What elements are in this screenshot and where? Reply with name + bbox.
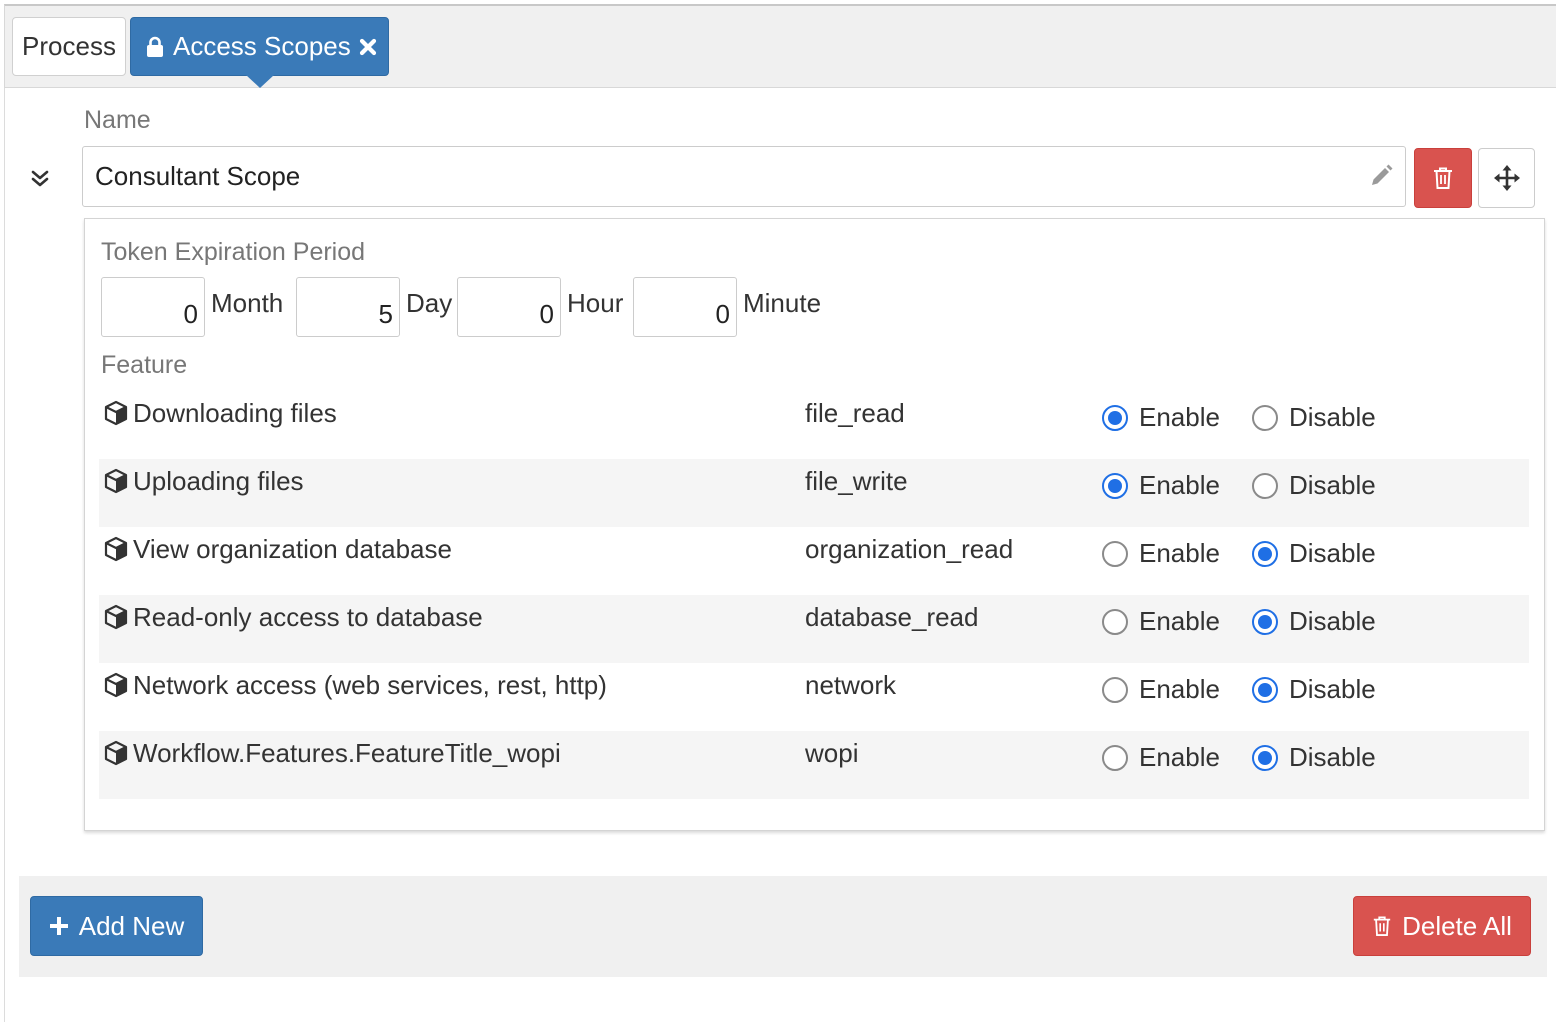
feature-code: file_read [805, 398, 905, 428]
cube-icon [104, 468, 128, 494]
enable-label: Enable [1139, 538, 1220, 568]
feature-disable-radio[interactable]: Disable [1252, 674, 1376, 705]
cube-icon [104, 604, 128, 630]
scope-name-input[interactable] [82, 146, 1406, 207]
enable-label: Enable [1139, 606, 1220, 636]
feature-disable-radio[interactable]: Disable [1252, 470, 1376, 501]
close-icon[interactable] [359, 38, 377, 56]
disable-label: Disable [1289, 470, 1376, 500]
radio-circle[interactable] [1252, 744, 1278, 771]
radio-circle[interactable] [1102, 540, 1128, 567]
token-month-input[interactable] [101, 277, 205, 337]
feature-enable-radio[interactable]: Enable [1102, 606, 1220, 637]
feature-row: View organization database organization_r… [99, 527, 1529, 595]
move-scope-button[interactable] [1478, 148, 1535, 208]
radio-circle[interactable] [1102, 744, 1128, 771]
enable-label: Enable [1139, 402, 1220, 432]
radio-circle[interactable] [1102, 676, 1128, 703]
token-hour-input[interactable] [457, 277, 561, 337]
feature-enable-radio[interactable]: Enable [1102, 402, 1220, 433]
disable-label: Disable [1289, 606, 1376, 636]
double-chevron-down-icon[interactable] [28, 166, 52, 192]
feature-enable-radio[interactable]: Enable [1102, 470, 1220, 501]
radio-circle[interactable] [1252, 540, 1278, 567]
add-new-button[interactable]: Add New [30, 896, 203, 956]
delete-all-button[interactable]: Delete All [1353, 896, 1531, 956]
feature-row: Uploading files file_write Enable Disable [99, 459, 1529, 527]
radio-circle[interactable] [1252, 676, 1278, 703]
feature-title: Network access (web services, rest, http… [133, 670, 607, 700]
token-month-unit: Month [211, 288, 284, 318]
feature-disable-radio[interactable]: Disable [1252, 538, 1376, 569]
disable-label: Disable [1289, 742, 1376, 772]
trash-icon [1434, 167, 1452, 189]
trash-icon [1373, 916, 1391, 936]
feature-row: Downloading files file_read Enable Disable [99, 391, 1529, 459]
plus-icon [49, 917, 68, 935]
name-label: Name [84, 106, 151, 134]
pencil-icon[interactable] [1368, 163, 1394, 189]
enable-label: Enable [1139, 674, 1220, 704]
feature-enable-radio[interactable]: Enable [1102, 742, 1220, 773]
feature-code: database_read [805, 602, 979, 632]
disable-label: Disable [1289, 674, 1376, 704]
radio-circle[interactable] [1252, 472, 1278, 499]
feature-disable-radio[interactable]: Disable [1252, 402, 1376, 433]
delete-scope-button[interactable] [1414, 148, 1472, 208]
feature-title: View organization database [133, 534, 452, 564]
active-tab-caret [246, 75, 274, 88]
cube-icon [104, 400, 128, 426]
radio-circle[interactable] [1102, 608, 1128, 635]
cube-icon [104, 740, 128, 766]
radio-circle[interactable] [1252, 404, 1278, 431]
tab-access-scopes[interactable]: Access Scopes [130, 17, 389, 88]
radio-circle[interactable] [1252, 608, 1278, 635]
cube-icon [104, 672, 128, 698]
token-minute-unit: Minute [743, 288, 822, 318]
radio-circle[interactable] [1102, 404, 1128, 431]
feature-code: organization_read [805, 534, 1014, 564]
feature-title: Workflow.Features.FeatureTitle_wopi [133, 738, 561, 768]
token-expiration-label: Token Expiration Period [101, 238, 366, 266]
delete-all-label: Delete All [1402, 910, 1512, 941]
enable-label: Enable [1139, 470, 1220, 500]
enable-label: Enable [1139, 742, 1220, 772]
token-minute-input[interactable] [633, 277, 737, 337]
token-hour-unit: Hour [567, 288, 624, 318]
disable-label: Disable [1289, 538, 1376, 568]
feature-title: Downloading files [133, 398, 337, 428]
left-divider [4, 88, 5, 1022]
feature-code: network [805, 670, 897, 700]
lock-icon [147, 36, 163, 57]
tab-access-scopes-label: Access Scopes [173, 31, 351, 61]
feature-disable-radio[interactable]: Disable [1252, 606, 1376, 637]
tab-process-label: Process [22, 31, 116, 61]
cube-icon [104, 536, 128, 562]
footer-bar [19, 876, 1547, 977]
token-day-input[interactable] [296, 277, 400, 337]
feature-code: file_write [805, 466, 908, 496]
feature-disable-radio[interactable]: Disable [1252, 742, 1376, 773]
move-arrows-icon [1493, 165, 1520, 191]
feature-label: Feature [101, 351, 188, 379]
feature-title: Uploading files [133, 466, 304, 496]
feature-enable-radio[interactable]: Enable [1102, 674, 1220, 705]
tab-process[interactable]: Process [12, 17, 126, 76]
token-day-unit: Day [406, 288, 453, 318]
radio-circle[interactable] [1102, 472, 1128, 499]
disable-label: Disable [1289, 402, 1376, 432]
feature-row: Network access (web services, rest, http… [99, 663, 1529, 731]
feature-title: Read-only access to database [133, 602, 483, 632]
feature-row: Read-only access to database database_rea… [99, 595, 1529, 663]
add-new-label: Add New [78, 910, 185, 941]
feature-enable-radio[interactable]: Enable [1102, 538, 1220, 569]
feature-row: Workflow.Features.FeatureTitle_wopi wopi E… [99, 731, 1529, 799]
feature-code: wopi [805, 738, 859, 768]
